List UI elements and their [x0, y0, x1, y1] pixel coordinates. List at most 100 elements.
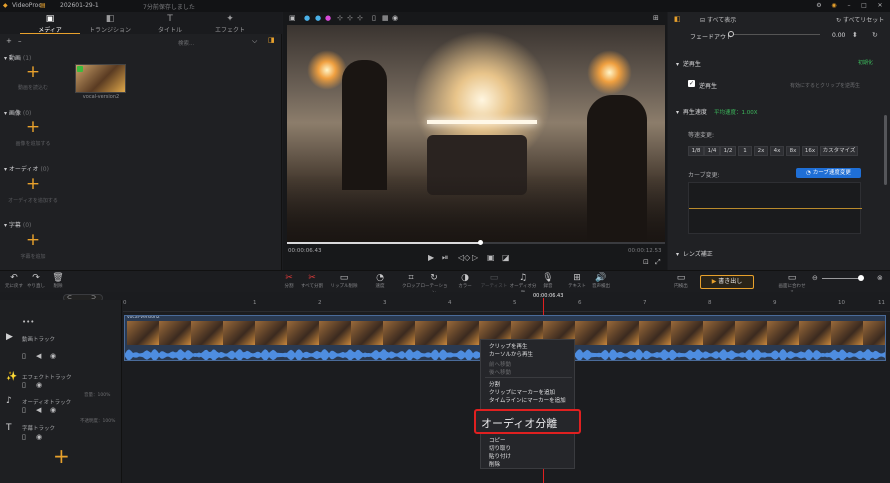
video-eye-icon[interactable]: ◉ — [50, 352, 56, 360]
speed-button[interactable]: 1/2 — [720, 146, 736, 156]
curve-graph[interactable] — [688, 182, 862, 234]
media-search[interactable]: 検索... — [178, 39, 194, 47]
speed-button[interactable]: 8x — [786, 146, 800, 156]
add-icon[interactable]: + — [6, 37, 12, 45]
media-thumbnail[interactable] — [75, 64, 126, 93]
add-image-button[interactable]: + — [25, 119, 41, 136]
menu-item-split[interactable]: 分割 — [489, 380, 500, 388]
tab-transition[interactable]: ◧ トランジション — [80, 12, 140, 34]
remove-icon[interactable]: – — [18, 37, 22, 45]
fullscreen-icon[interactable]: ⊡ — [643, 258, 649, 266]
speed-button[interactable]: カスタマイズ — [820, 146, 858, 156]
color-button[interactable]: ◑ カラー — [451, 273, 479, 290]
fadeout-value[interactable]: 0.00 — [832, 32, 845, 39]
section-image[interactable]: ▾ 画像 (0) — [4, 108, 31, 117]
speed-button[interactable]: 4x — [770, 146, 784, 156]
timeline-ruler[interactable]: 0 1 2 3 4 5 6 7 8 9 10 11 — [123, 300, 890, 312]
section-subtitle[interactable]: ▾ 字幕 (0) — [4, 220, 31, 229]
menu-item-paste[interactable]: 貼り付け — [489, 452, 511, 460]
speed-button[interactable]: 1/8 — [688, 146, 704, 156]
speed-button[interactable]: 1 — [738, 146, 752, 156]
menu-item-add-clip-marker[interactable]: クリップにマーカーを追加 — [489, 388, 555, 396]
next-frame-icon[interactable]: ⏯ — [442, 253, 448, 263]
menu-item-play-from-cursor[interactable]: カーソルから再生 — [489, 350, 533, 358]
dot-blue-icon[interactable]: ● — [304, 14, 310, 22]
app-name[interactable]: VideoProc — [12, 2, 42, 9]
video-lock-icon[interactable]: ▯ — [22, 352, 26, 360]
speed-button[interactable]: 2x — [754, 146, 768, 156]
timeline-settings-icon[interactable]: ⊗ — [877, 274, 883, 282]
volume-icon[interactable]: ◪ — [502, 253, 510, 262]
effect-lock-icon[interactable]: ▯ — [22, 381, 26, 389]
bell-icon[interactable]: ◉ — [830, 2, 838, 10]
grid-icon[interactable]: ▦ — [382, 14, 389, 22]
scale-icon[interactable]: ⊹ — [347, 14, 353, 22]
audio-lock-icon[interactable]: ▯ — [22, 406, 26, 414]
fadeout-reset-icon[interactable]: ↻ — [872, 31, 878, 39]
crop-icon[interactable]: ⊹ — [357, 14, 363, 22]
split-all-button[interactable]: ✂ すべて分割 — [298, 273, 326, 290]
voice-detect-button[interactable]: 🔊 音声検出 — [587, 273, 615, 290]
move-icon[interactable]: ⊹ — [337, 14, 343, 22]
lock-icon[interactable]: ▯ — [372, 14, 376, 22]
menu-item-move-forward[interactable]: 前へ移動 — [489, 360, 511, 368]
maximize-icon[interactable]: □ — [860, 2, 868, 10]
show-all[interactable]: ⊟ すべて表示 — [700, 15, 736, 24]
prev-mark-icon[interactable]: ◁◇ — [458, 253, 470, 262]
snapshot-icon[interactable]: ▣ — [487, 253, 495, 262]
speed-button[interactable]: 16x — [802, 146, 818, 156]
zoom-slider[interactable] — [822, 278, 862, 279]
menu-item-delete[interactable]: 削除 — [489, 460, 500, 468]
artist-button[interactable]: ▭ アーティスト — [480, 273, 508, 290]
record-button[interactable]: 🎙 録音 — [534, 273, 562, 290]
add-track-button[interactable]: + — [53, 444, 70, 468]
menu-item-move-back[interactable]: 後へ移動 — [489, 368, 511, 376]
audio-volume-icon[interactable]: ◀ — [36, 406, 41, 414]
reverse-checkbox[interactable]: ✓ — [688, 80, 695, 87]
tab-media[interactable]: ▣ メディア — [20, 12, 80, 34]
dot-cyan-icon[interactable]: ● — [315, 14, 321, 22]
add-video-button[interactable]: + — [25, 64, 41, 81]
reset-all[interactable]: ↻ すべてリセット — [836, 15, 884, 24]
tab-effect[interactable]: ✦ エフェクト — [200, 12, 260, 34]
zoom-out-icon[interactable]: ⊖ — [812, 274, 818, 282]
sidebar-toggle-icon[interactable]: ◧ — [674, 15, 681, 23]
menu-item-cut[interactable]: 切り取り — [489, 444, 511, 452]
dot-magenta-icon[interactable]: ● — [325, 14, 331, 22]
spinner-icon[interactable]: ⬍ — [852, 31, 858, 39]
video-volume-icon[interactable]: ◀ — [36, 352, 41, 360]
speed-button[interactable]: 1/4 — [704, 146, 720, 156]
menu-item-add-timeline-marker[interactable]: タイムラインにマーカーを追加 — [489, 396, 566, 404]
speed-section[interactable]: ▾ 再生速度 — [676, 107, 707, 116]
curve-speed-button[interactable]: ◔ カーブ速度変更 — [796, 168, 861, 178]
reverse-reset[interactable]: 初期化 — [858, 59, 873, 66]
image-icon[interactable]: ▣ — [289, 14, 296, 22]
tab-title[interactable]: T タイトル — [140, 12, 200, 34]
menu-item-copy[interactable]: コピー — [489, 436, 506, 444]
section-video[interactable]: ▾ 動画 (1) — [4, 53, 31, 62]
menu-item-play-clip[interactable]: クリップを再生 — [489, 342, 528, 350]
add-subtitle-button[interactable]: + — [25, 232, 41, 249]
subtitle-lock-icon[interactable]: ▯ — [22, 433, 26, 441]
reverse-section[interactable]: ▾ 逆再生 — [676, 59, 701, 68]
detect-button[interactable]: ▭ 円検出 — [667, 273, 695, 290]
settings-icon[interactable]: ⚙ — [815, 2, 823, 10]
preview-scrubber[interactable] — [287, 242, 665, 244]
section-audio[interactable]: ▾ オーディオ (0) — [4, 164, 49, 173]
menu-item-audio-split[interactable]: オーディオ分離 — [474, 409, 581, 434]
ripple-delete-button[interactable]: ▭ リップル削除 — [330, 273, 358, 290]
play-icon[interactable]: ▶ — [428, 253, 434, 262]
subtitle-eye-icon[interactable]: ◉ — [36, 433, 42, 441]
audio-eye-icon[interactable]: ◉ — [50, 406, 56, 414]
effect-eye-icon[interactable]: ◉ — [36, 381, 42, 389]
expand-icon[interactable]: ⊞ — [653, 14, 659, 22]
delete-button[interactable]: 🗑 削除 — [44, 273, 72, 290]
minimize-icon[interactable]: – — [845, 2, 853, 10]
scrubber-handle[interactable] — [478, 240, 483, 245]
add-audio-button[interactable]: + — [25, 176, 41, 193]
close-icon[interactable]: ✕ — [876, 2, 884, 10]
panel-toggle-icon[interactable]: ◨ — [268, 36, 275, 44]
next-mark-icon[interactable]: ▷ — [472, 253, 478, 262]
export-button[interactable]: ▶ 書き出し — [700, 275, 754, 289]
panel-scrollbar[interactable] — [884, 115, 887, 185]
